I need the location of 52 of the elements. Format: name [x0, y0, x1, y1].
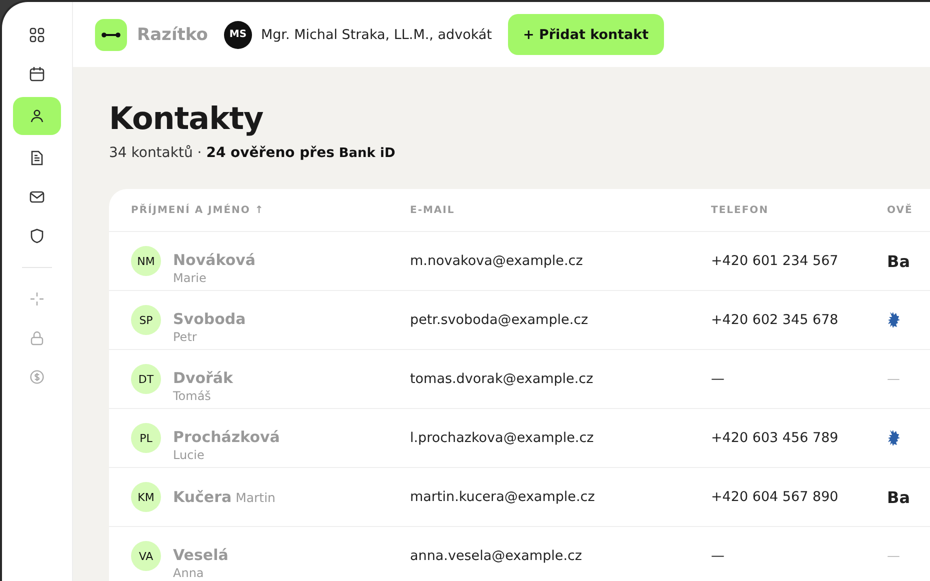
bankid-label: Ba — [887, 488, 910, 506]
empty-value: — — [887, 372, 900, 386]
initials-avatar: PL — [131, 423, 161, 453]
grid-icon — [29, 27, 45, 43]
column-header: OVĚ — [887, 204, 914, 216]
email-cell-text: martin.kucera@example.cz — [410, 489, 596, 505]
email-cell-text: anna.vesela@example.cz — [410, 548, 584, 564]
contact-surname: Svoboda — [173, 310, 246, 328]
email-cell-text: petr.svoboda@example.cz — [410, 312, 590, 328]
phone-cell-text: +420 602 345 678 — [711, 312, 840, 328]
initials-avatar: VA — [131, 541, 161, 571]
column-header: TELEFON — [711, 204, 770, 216]
initials-avatar: KM — [131, 482, 161, 512]
app-name: Razítko — [137, 24, 208, 44]
contact-surname: Nováková — [173, 251, 256, 269]
initials-avatar: DT — [131, 364, 161, 394]
contact-first-name: Lucie — [173, 448, 206, 462]
email-cell-text: l.prochazkova@example.cz — [410, 430, 595, 446]
email-cell-text: tomas.dvorak@example.cz — [410, 371, 594, 387]
add-contact-button[interactable]: + Přidat kontakt — [508, 14, 664, 55]
phone-cell-text: +420 601 234 567 — [711, 253, 840, 269]
initials-avatar: SP — [131, 305, 161, 335]
page-title: Kontakty — [109, 101, 264, 137]
contact-first-name: Marie — [173, 271, 208, 285]
contact-surname: Procházková — [173, 428, 280, 446]
column-header: E-MAIL — [410, 204, 456, 216]
phone-cell-text: +420 604 567 890 — [711, 489, 840, 505]
user-name: Mgr. Michal Straka, LL.M., advokát — [260, 26, 492, 42]
email-cell-text: m.novakova@example.cz — [410, 253, 584, 269]
contact-surname: Veselá — [173, 546, 228, 564]
calendar-icon — [29, 66, 45, 82]
person-icon — [29, 108, 45, 124]
shield-icon — [29, 228, 45, 244]
initials-avatar: NM — [131, 246, 161, 276]
contact-first-name: Tomáš — [173, 389, 212, 403]
phone-cell-text: — — [711, 548, 726, 564]
contact-first-name: Anna — [173, 566, 205, 580]
logo-icon — [95, 18, 127, 50]
user-avatar: MS — [224, 20, 252, 48]
document-icon — [29, 150, 45, 166]
coin-icon — [29, 369, 45, 385]
contact-first-name: Petr — [173, 330, 198, 344]
contact-surname: Dvořák — [173, 369, 234, 387]
phone-cell-text: — — [711, 371, 726, 387]
empty-value: — — [887, 548, 900, 564]
bankid-label: Ba — [887, 252, 910, 270]
crosshair-icon — [29, 291, 45, 307]
lock-icon — [29, 330, 45, 346]
mail-icon — [29, 189, 45, 205]
contact-name: Kučera Martin — [173, 488, 276, 506]
phone-cell-text: +420 603 456 789 — [711, 430, 840, 446]
contacts-summary: 34 kontaktů · 24 ověřeno přes Bank iD — [109, 145, 396, 161]
